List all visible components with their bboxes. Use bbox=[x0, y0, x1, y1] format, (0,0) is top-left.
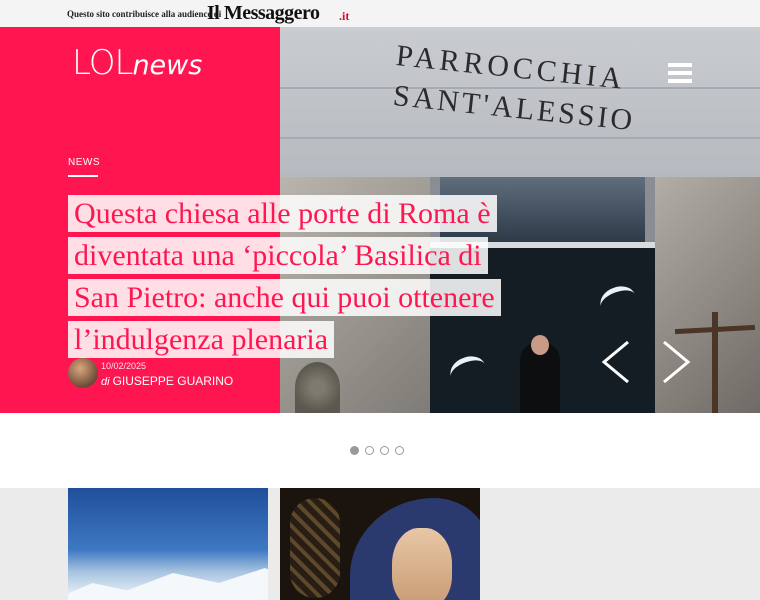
logo-news: news bbox=[132, 50, 203, 81]
slider-dot-2[interactable] bbox=[365, 446, 374, 455]
plant-decoration bbox=[295, 362, 340, 413]
chevron-right-icon bbox=[663, 340, 691, 384]
article-date: 10/02/2025 bbox=[101, 361, 147, 371]
slider-pagination bbox=[350, 442, 410, 455]
face-image bbox=[392, 528, 452, 600]
byline-prefix: di bbox=[101, 376, 110, 388]
article-byline: di GIUSEPPE GUARINO bbox=[101, 374, 233, 388]
audience-topbar: Questo sito contribuisce alla audience d… bbox=[0, 0, 760, 27]
category-underline bbox=[68, 175, 98, 177]
mountain-image bbox=[68, 568, 268, 600]
il-messaggero-logo-tld[interactable]: .it bbox=[339, 9, 349, 24]
lolnews-logo[interactable]: LOLnews bbox=[72, 43, 202, 83]
slider-next-button[interactable] bbox=[660, 340, 692, 384]
slider-dot-1[interactable] bbox=[350, 446, 359, 455]
slider-dot-3[interactable] bbox=[380, 446, 389, 455]
hero-headline-text[interactable]: Questa chiesa alle porte di Roma è diven… bbox=[68, 195, 501, 358]
logo-lol: LOL bbox=[72, 43, 133, 83]
chevron-left-icon bbox=[601, 340, 629, 384]
slider-prev-button[interactable] bbox=[600, 340, 632, 384]
hero-headline[interactable]: Questa chiesa alle porte di Roma è diven… bbox=[68, 193, 508, 361]
ornament-image bbox=[290, 498, 340, 598]
article-card-madonna[interactable] bbox=[280, 488, 480, 600]
audience-contribution-text: Questo sito contribuisce alla audience d… bbox=[67, 9, 222, 19]
priest-head bbox=[531, 335, 549, 355]
slider-dot-4[interactable] bbox=[395, 446, 404, 455]
author-name[interactable]: GIUSEPPE GUARINO bbox=[113, 374, 234, 388]
hero-slider: PARROCCHIA SANT'ALESSIO LOLnews NEWS Que… bbox=[0, 27, 760, 413]
il-messaggero-logo[interactable]: Il Messaggero bbox=[207, 2, 320, 25]
category-label[interactable]: NEWS bbox=[68, 157, 100, 168]
hamburger-menu-icon[interactable] bbox=[668, 63, 692, 83]
author-avatar[interactable] bbox=[68, 358, 98, 388]
church-sign: PARROCCHIA SANT'ALESSIO bbox=[392, 39, 680, 139]
article-card-mountain[interactable] bbox=[68, 488, 268, 600]
